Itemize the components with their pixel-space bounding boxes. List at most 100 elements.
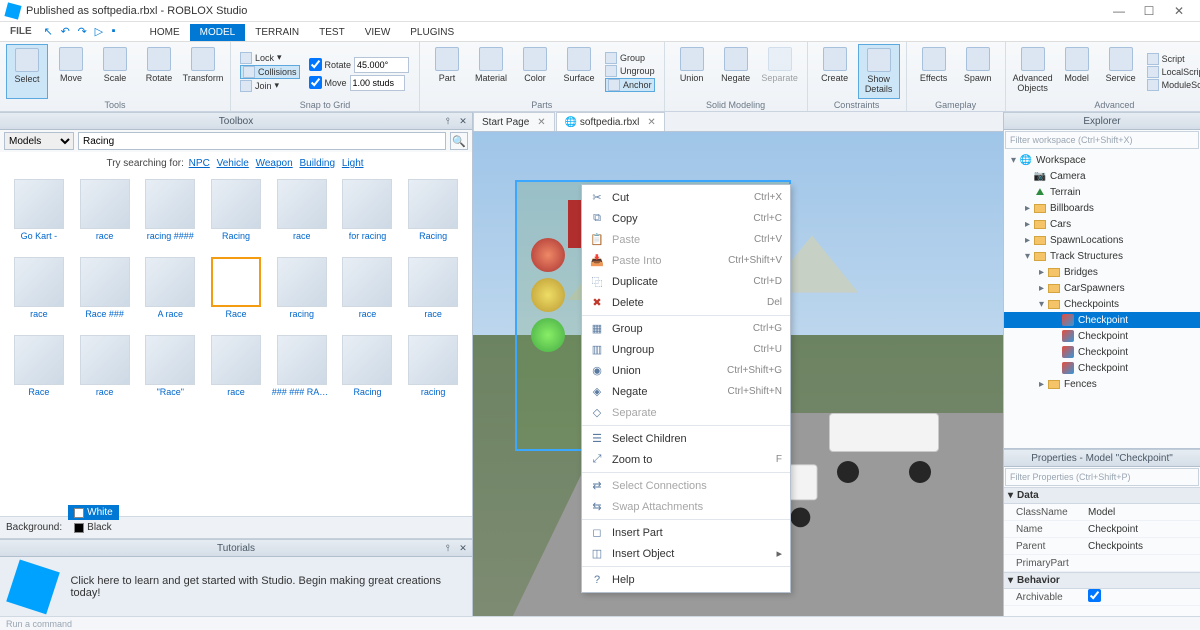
ctx-zoom-to[interactable]: ⤢Zoom toF bbox=[582, 449, 790, 470]
ctx-cut[interactable]: ✂CutCtrl+X bbox=[582, 187, 790, 208]
script-button[interactable]: Script bbox=[1147, 53, 1200, 65]
prop-value[interactable]: Checkpoint bbox=[1084, 524, 1200, 535]
toolbox-item[interactable]: Race bbox=[203, 255, 269, 333]
tree-twisty-icon[interactable]: ▸ bbox=[1022, 219, 1033, 230]
qat-undo-icon[interactable]: ↶ bbox=[61, 25, 75, 39]
tree-node[interactable]: ⛰Terrain bbox=[1004, 184, 1200, 200]
toolbox-item[interactable]: Racing bbox=[400, 177, 466, 255]
toolbox-item[interactable]: race bbox=[400, 255, 466, 333]
collisions-toggle[interactable]: Collisions bbox=[240, 65, 300, 79]
anchor-button[interactable]: Anchor bbox=[605, 78, 655, 92]
tree-node[interactable]: ▸CarSpawners bbox=[1004, 280, 1200, 296]
prop-row[interactable]: ParentCheckpoints bbox=[1004, 538, 1200, 555]
toolbox-item[interactable]: for racing bbox=[335, 177, 401, 255]
prop-value[interactable]: Checkpoints bbox=[1084, 541, 1200, 552]
tree-node[interactable]: 📷Camera bbox=[1004, 168, 1200, 184]
command-bar[interactable]: Run a command bbox=[0, 616, 1200, 630]
spawn-button[interactable]: Spawn bbox=[957, 44, 999, 99]
ctx-group[interactable]: ▦GroupCtrl+G bbox=[582, 318, 790, 339]
tab-view[interactable]: VIEW bbox=[355, 24, 401, 41]
localscript-button[interactable]: LocalScript bbox=[1147, 66, 1200, 78]
suggestion-link[interactable]: NPC bbox=[189, 158, 210, 169]
properties-filter-input[interactable]: Filter Properties (Ctrl+Shift+P) bbox=[1005, 468, 1199, 486]
ctx-insert-object[interactable]: ◫Insert Object▸ bbox=[582, 543, 790, 564]
toolbox-item[interactable]: Racing bbox=[203, 177, 269, 255]
move-tool-button[interactable]: Move bbox=[50, 44, 92, 99]
toolbox-item[interactable]: Go Kart - bbox=[6, 177, 72, 255]
tab-test[interactable]: TEST bbox=[309, 24, 355, 41]
tab-home[interactable]: HOME bbox=[140, 24, 190, 41]
effects-button[interactable]: Effects bbox=[913, 44, 955, 99]
prop-value[interactable] bbox=[1084, 589, 1200, 605]
toolbox-search-input[interactable] bbox=[78, 132, 446, 150]
create-constraint-button[interactable]: Create bbox=[814, 44, 856, 99]
toolbox-item[interactable]: A race bbox=[137, 255, 203, 333]
doc-tab[interactable]: Start Page✕ bbox=[473, 112, 555, 131]
part-button[interactable]: Part bbox=[426, 44, 468, 99]
toolbox-item[interactable]: race bbox=[335, 255, 401, 333]
group-button[interactable]: Group bbox=[605, 52, 655, 64]
join-toggle[interactable]: Join ▾ bbox=[240, 80, 300, 92]
prop-category[interactable]: ▾ Data bbox=[1004, 487, 1200, 504]
toolbox-item[interactable]: race bbox=[72, 333, 138, 411]
toolbox-item[interactable]: Race ### bbox=[72, 255, 138, 333]
rotate-tool-button[interactable]: Rotate bbox=[138, 44, 180, 99]
file-menu[interactable]: FILE bbox=[4, 24, 38, 39]
tutorials-pin-icon[interactable]: ⫯ bbox=[441, 543, 455, 554]
surface-button[interactable]: Surface bbox=[558, 44, 600, 99]
search-icon[interactable]: 🔍 bbox=[450, 132, 468, 150]
close-tab-icon[interactable]: ✕ bbox=[647, 117, 655, 128]
tree-node[interactable]: ▸Billboards bbox=[1004, 200, 1200, 216]
tree-twisty-icon[interactable]: ▾ bbox=[1008, 155, 1019, 166]
ctx-copy[interactable]: ⧉CopyCtrl+C bbox=[582, 208, 790, 229]
tab-plugins[interactable]: PLUGINS bbox=[400, 24, 464, 41]
tree-node[interactable]: ▸Bridges bbox=[1004, 264, 1200, 280]
bg-option-black[interactable]: Black bbox=[68, 520, 119, 535]
toolbox-category-select[interactable]: Models bbox=[4, 132, 74, 150]
ungroup-button[interactable]: Ungroup bbox=[605, 65, 655, 77]
snap-move-row[interactable]: Move bbox=[309, 75, 410, 91]
prop-row[interactable]: Archivable bbox=[1004, 589, 1200, 606]
qat-play-icon[interactable]: ▷ bbox=[95, 25, 109, 39]
toolbox-item[interactable]: race bbox=[203, 333, 269, 411]
ctx-ungroup[interactable]: ▥UngroupCtrl+U bbox=[582, 339, 790, 360]
ctx-union[interactable]: ◉UnionCtrl+Shift+G bbox=[582, 360, 790, 381]
transform-tool-button[interactable]: Transform bbox=[182, 44, 224, 99]
suggestion-link[interactable]: Building bbox=[299, 158, 335, 169]
select-tool-button[interactable]: Select bbox=[6, 44, 48, 99]
tree-node[interactable]: ▸SpawnLocations bbox=[1004, 232, 1200, 248]
qat-select-icon[interactable]: ↖ bbox=[44, 25, 58, 39]
tree-twisty-icon[interactable]: ▸ bbox=[1022, 203, 1033, 214]
tree-node[interactable]: Checkpoint bbox=[1004, 328, 1200, 344]
tree-node[interactable]: ▸Cars bbox=[1004, 216, 1200, 232]
scale-tool-button[interactable]: Scale bbox=[94, 44, 136, 99]
toolbox-item[interactable]: ### ### RACE bbox=[269, 333, 335, 411]
tutorials-close-icon[interactable]: ✕ bbox=[456, 543, 470, 554]
union-button[interactable]: Union bbox=[671, 44, 713, 99]
tree-twisty-icon[interactable]: ▾ bbox=[1022, 251, 1033, 262]
prop-row[interactable]: NameCheckpoint bbox=[1004, 521, 1200, 538]
minimize-button[interactable]: — bbox=[1104, 1, 1134, 21]
modulescript-button[interactable]: ModuleScript bbox=[1147, 79, 1200, 91]
tree-node[interactable]: Checkpoint bbox=[1004, 360, 1200, 376]
qat-redo-icon[interactable]: ↷ bbox=[78, 25, 92, 39]
ctx-negate[interactable]: ◈NegateCtrl+Shift+N bbox=[582, 381, 790, 402]
ctx-duplicate[interactable]: ⿻DuplicateCtrl+D bbox=[582, 271, 790, 292]
close-button[interactable]: ✕ bbox=[1164, 1, 1194, 21]
toolbox-close-icon[interactable]: ✕ bbox=[456, 116, 470, 127]
tree-twisty-icon[interactable]: ▸ bbox=[1022, 235, 1033, 246]
tree-node[interactable]: Checkpoint bbox=[1004, 344, 1200, 360]
tree-node[interactable]: Checkpoint bbox=[1004, 312, 1200, 328]
maximize-button[interactable]: ☐ bbox=[1134, 1, 1164, 21]
ctx-help[interactable]: ?Help bbox=[582, 569, 790, 590]
toolbox-item[interactable]: "Race" bbox=[137, 333, 203, 411]
suggestion-link[interactable]: Light bbox=[342, 158, 364, 169]
lock-toggle[interactable]: Lock ▾ bbox=[240, 52, 300, 64]
separate-button[interactable]: Separate bbox=[759, 44, 801, 99]
toolbox-item[interactable]: race bbox=[6, 255, 72, 333]
model-button[interactable]: Model bbox=[1056, 44, 1098, 99]
tree-twisty-icon[interactable]: ▸ bbox=[1036, 283, 1047, 294]
prop-row[interactable]: PrimaryPart bbox=[1004, 555, 1200, 572]
negate-button[interactable]: Negate bbox=[715, 44, 757, 99]
toolbox-item[interactable]: racing bbox=[400, 333, 466, 411]
